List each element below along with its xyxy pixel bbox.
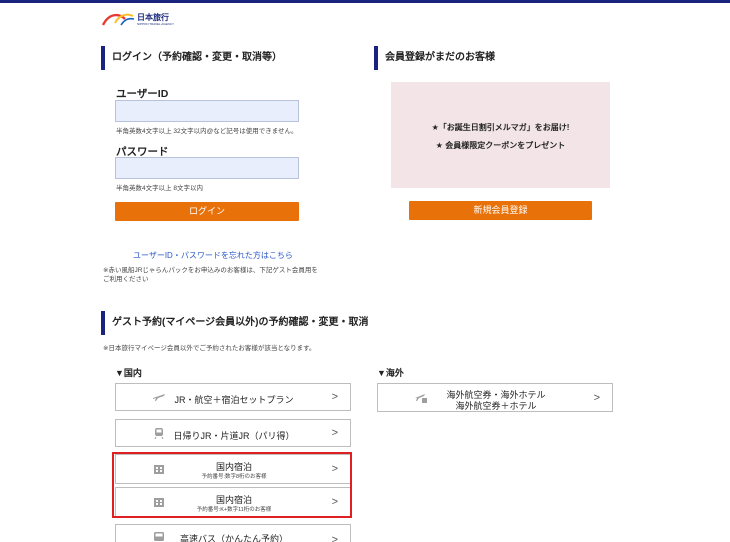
guest-note: ※日本旅行マイページ会員以外でご予約されたお客様が該当となります。 bbox=[103, 345, 316, 352]
password-input[interactable] bbox=[115, 157, 299, 179]
brand-sub: NIPPON TRAVEL AGENCY bbox=[137, 22, 174, 26]
brand-logo[interactable]: 日本旅行 NIPPON TRAVEL AGENCY bbox=[101, 9, 181, 29]
user-id-label: ユーザーID bbox=[116, 88, 169, 100]
logo-swoosh-icon bbox=[101, 13, 135, 26]
option-day-trip-jr[interactable]: 日帰りJR・片道JR（パリ得） > bbox=[115, 419, 351, 447]
login-note: ※赤い風船JRじゃらんパックをお申込みのお客様は、下記ゲスト会員用をご利用くださ… bbox=[103, 267, 318, 283]
register-heading: 会員登録がまだのお客様 bbox=[374, 46, 614, 70]
promo-line-1: ★「お誕生日割引メルマガ」をお届け! bbox=[431, 123, 570, 132]
login-heading: ログイン（予約確認・変更・取消等） bbox=[101, 46, 351, 70]
top-bar bbox=[0, 0, 730, 3]
option-overseas-air-hotel[interactable]: 海外航空券・海外ホテル 海外航空券＋ホテル > bbox=[377, 383, 613, 412]
chevron-right-icon: > bbox=[331, 427, 338, 439]
overseas-label: ▼海外 bbox=[377, 368, 404, 378]
highlight-frame bbox=[112, 452, 352, 518]
option-highway-bus[interactable]: 高速バス（かんたん予約） > bbox=[115, 524, 351, 542]
option-title: 高速バス（かんたん予約） bbox=[179, 534, 288, 542]
promo-box: ★「お誕生日割引メルマガ」をお届け! ★ 会員様限定クーポンをプレゼント bbox=[391, 82, 610, 188]
option-title-line-2: 海外航空券＋ホテル bbox=[455, 401, 537, 411]
user-id-input[interactable] bbox=[115, 100, 299, 122]
option-title: JR・航空＋宿泊セットプラン bbox=[174, 395, 294, 405]
domestic-label: ▼国内 bbox=[115, 368, 142, 378]
user-id-hint: 半角英数4文字以上 32文字以内@など記号は使用できません。 bbox=[116, 128, 298, 135]
chevron-right-icon: > bbox=[331, 391, 338, 403]
register-button[interactable]: 新規会員登録 bbox=[409, 201, 592, 220]
guest-heading: ゲスト予約(マイページ会員以外)の予約確認・変更・取消 bbox=[101, 311, 501, 335]
password-hint: 半角英数4文字以上 8文字以内 bbox=[116, 185, 204, 192]
option-jr-air-hotel[interactable]: JR・航空＋宿泊セットプラン > bbox=[115, 383, 351, 411]
forgot-password-link[interactable]: ユーザーID・パスワードを忘れた方はこちら bbox=[133, 250, 293, 261]
promo-line-2: ★ 会員様限定クーポンをプレゼント bbox=[435, 141, 566, 150]
login-button[interactable]: ログイン bbox=[115, 202, 299, 221]
option-title: 日帰りJR・片道JR（パリ得） bbox=[173, 431, 295, 441]
chevron-right-icon: > bbox=[331, 534, 338, 542]
chevron-right-icon: > bbox=[593, 391, 600, 404]
